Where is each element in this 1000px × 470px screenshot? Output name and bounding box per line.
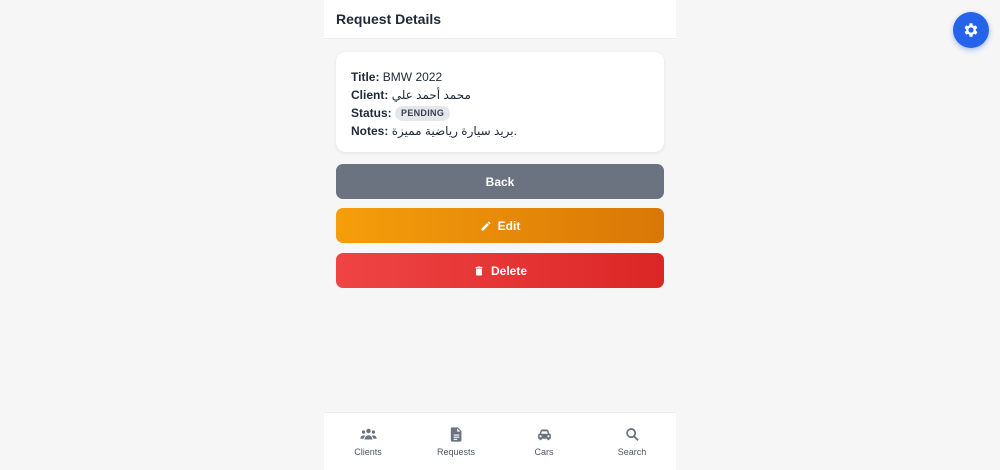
users-icon [359,428,377,440]
status-row: Status: PENDING [351,104,649,122]
pencil-icon [481,220,491,230]
status-label: Status: [351,106,392,120]
title-label: Title: [351,70,380,84]
client-label: Client: [351,88,389,102]
document-icon [450,427,461,442]
edit-button-label: Edit [497,218,521,233]
nav-item-clients[interactable]: Clients [324,413,412,470]
bottom-nav: Clients Requests Cars Search [324,412,676,470]
page-title: Request Details [336,11,442,27]
request-details-card: Title: BMW 2022 Client: محمد أحمد علي St… [336,52,664,152]
nav-item-search[interactable]: Search [588,413,676,470]
notes-value: بريد سيارة رياضية مميزة. [391,124,517,138]
client-value: محمد أحمد علي [391,88,471,102]
trash-icon [475,266,483,275]
edit-button[interactable]: Edit [336,208,664,243]
search-icon [625,428,639,441]
notes-row: Notes: بريد سيارة رياضية مميزة. [351,122,649,140]
back-button-label: Back [485,174,515,189]
car-icon [537,429,551,441]
title-value: BMW 2022 [382,70,443,84]
status-badge: PENDING [395,106,451,121]
delete-button-label: Delete [490,263,528,278]
notes-label: Notes: [351,124,389,138]
nav-item-requests[interactable]: Requests [412,413,500,470]
gear-icon [964,23,978,37]
nav-label-cars: Cars [534,447,554,457]
client-row: Client: محمد أحمد علي [351,86,649,104]
nav-label-requests: Requests [436,447,476,457]
nav-label-search: Search [617,447,647,457]
app-container: Request Details Title: BMW 2022 Client: … [324,0,676,470]
page-header: Request Details [324,0,676,39]
nav-label-clients: Clients [354,447,382,457]
title-row: Title: BMW 2022 [351,68,649,86]
back-button[interactable]: Back [336,164,664,199]
settings-fab[interactable] [953,12,989,48]
delete-button[interactable]: Delete [336,253,664,288]
nav-item-cars[interactable]: Cars [500,413,588,470]
